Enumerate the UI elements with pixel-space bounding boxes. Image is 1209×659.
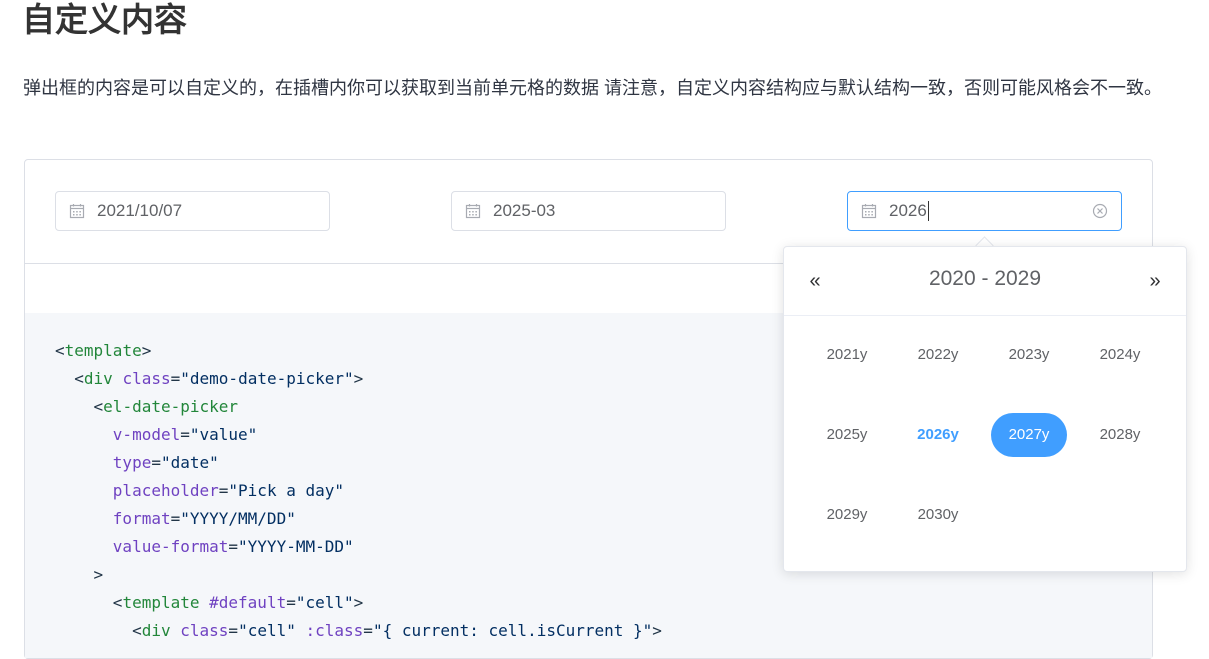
code-token: type [112, 453, 152, 472]
year-picker-panel: « 2020 - 2029 » 2021y 2022y 2023y 2024y 2025… [783, 246, 1187, 572]
code-token: = [170, 369, 181, 388]
code-token: format [112, 509, 171, 528]
code-token: :class [305, 621, 364, 640]
code-token: placeholder [112, 481, 219, 500]
text-caret [927, 201, 929, 221]
next-decade-button[interactable]: » [1143, 269, 1167, 293]
code-token: value-format [112, 537, 229, 556]
code-token: < [55, 593, 123, 612]
code-token: class [180, 621, 229, 640]
code-line: > [55, 561, 104, 589]
calendar-icon [861, 204, 877, 219]
code-token: "value" [189, 425, 258, 444]
code-token: < [55, 369, 84, 388]
code-token: "demo-date-picker" [180, 369, 354, 388]
code-token: template [122, 593, 200, 612]
year-picker-value: 2026 [889, 201, 927, 220]
code-token: < [55, 341, 65, 360]
code-token: "date" [160, 453, 219, 472]
code-token: > [55, 565, 104, 584]
year-cell[interactable]: 2027y [991, 413, 1067, 457]
code-token: template [64, 341, 142, 360]
code-token: el-date-picker [103, 397, 239, 416]
year-cell[interactable]: 2022y [900, 333, 976, 377]
code-token: = [286, 593, 296, 612]
code-token: = [180, 425, 190, 444]
code-token: "YYYY/MM/DD" [180, 509, 296, 528]
year-cell[interactable]: 2024y [1082, 333, 1158, 377]
code-token: "cell" [295, 593, 354, 612]
code-token: = [218, 481, 229, 500]
code-token: class [122, 369, 171, 388]
page-description: 弹出框的内容是可以自定义的，在插槽内你可以获取到当前单元格的数据 请注意，自定义… [23, 78, 1162, 98]
code-line: <el-date-picker [55, 393, 239, 421]
code-line: <div class="cell" :class="{ current: cel… [55, 617, 662, 645]
code-line: <div class="demo-date-picker"> [55, 365, 363, 393]
page-title: 自定义内容 [22, 1, 187, 38]
code-token: div [141, 621, 171, 640]
code-token: < [55, 621, 142, 640]
circle-close-icon[interactable] [1092, 203, 1108, 219]
year-panel-header: « 2020 - 2029 » [784, 247, 1186, 316]
code-token: = [170, 509, 181, 528]
code-token: "cell" [238, 621, 296, 640]
code-token: = [363, 621, 373, 640]
code-token: #default [209, 593, 287, 612]
month-picker-input[interactable]: 2025-03 [451, 191, 726, 231]
code-token: > [353, 593, 364, 612]
month-picker-value: 2025-03 [493, 201, 556, 220]
code-token: = [151, 453, 161, 472]
code-token: div [83, 369, 113, 388]
date-picker-value: 2021/10/07 [97, 201, 183, 220]
date-picker-input[interactable]: 2021/10/07 [55, 191, 330, 231]
year-cell[interactable]: 2021y [809, 333, 885, 377]
code-token: > [652, 621, 662, 640]
year-cell[interactable]: 2025y [809, 413, 885, 457]
year-cell[interactable]: 2026y [900, 413, 976, 457]
decade-label[interactable]: 2020 - 2029 [784, 267, 1186, 291]
code-token: > [353, 369, 364, 388]
code-line: placeholder="Pick a day" [55, 477, 344, 505]
code-line: v-model="value" [55, 421, 258, 449]
code-token: > [141, 341, 152, 360]
year-cell[interactable]: 2030y [900, 493, 976, 537]
code-token: v-model [112, 425, 181, 444]
code-token: < [55, 397, 104, 416]
calendar-icon [69, 204, 85, 219]
code-line: format="YYYY/MM/DD" [55, 505, 296, 533]
code-token: "YYYY-MM-DD" [238, 537, 354, 556]
code-line: value-format="YYYY-MM-DD" [55, 533, 354, 561]
code-line: <template> [55, 337, 151, 365]
calendar-icon [465, 204, 481, 219]
code-line: type="date" [55, 449, 219, 477]
code-line: <template #default="cell"> [55, 589, 363, 617]
code-token: "Pick a day" [228, 481, 344, 500]
year-cell[interactable]: 2028y [1082, 413, 1158, 457]
year-cell[interactable]: 2023y [991, 333, 1067, 377]
code-token: "{ current: cell.isCurrent }" [372, 621, 653, 640]
code-token: = [228, 537, 239, 556]
year-cell[interactable]: 2029y [809, 493, 885, 537]
year-picker-input[interactable]: 2026 [847, 191, 1122, 231]
code-token: = [228, 621, 239, 640]
